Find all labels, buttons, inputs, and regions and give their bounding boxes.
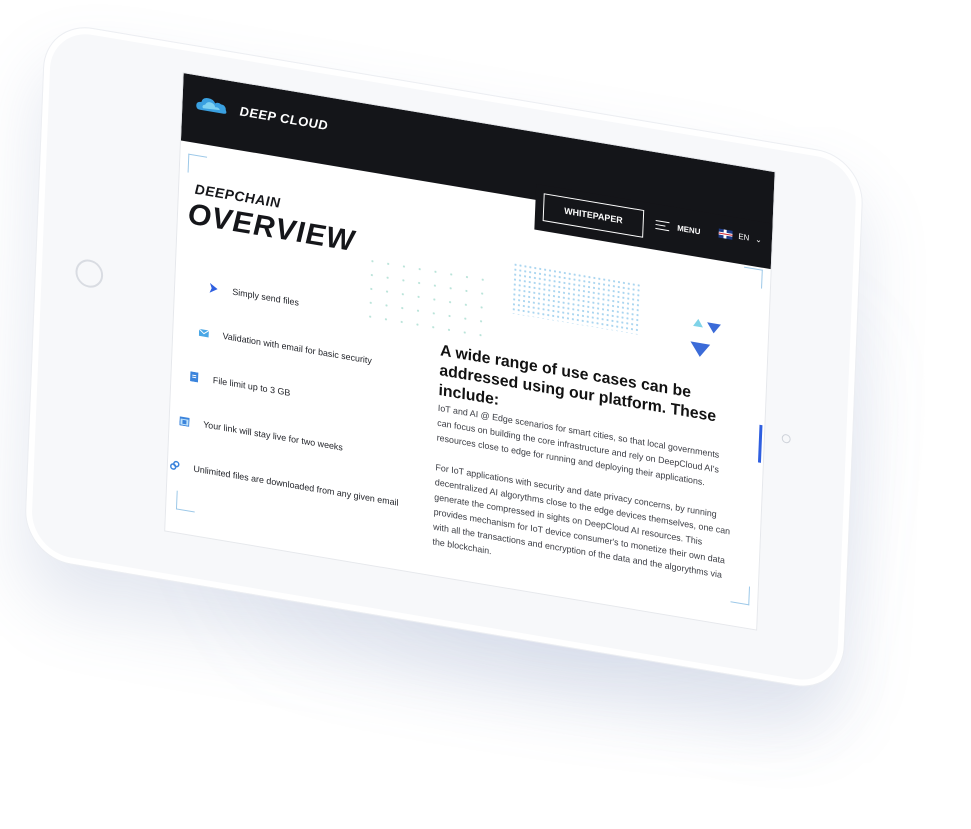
language-selector[interactable]: EN ⌄ <box>718 228 763 245</box>
send-arrow-icon <box>209 282 218 293</box>
brand-logo[interactable]: DEEP CLOUD <box>194 93 329 135</box>
frame-corner-bottom-right <box>730 583 750 606</box>
uk-flag-icon <box>718 228 733 240</box>
decorative-dot-grid <box>511 261 642 335</box>
hamburger-icon <box>655 217 670 234</box>
cloud-logo-icon <box>196 98 227 114</box>
frame-corner-top-left <box>187 153 208 176</box>
language-label: EN <box>738 231 750 243</box>
frame-corner-bottom-left <box>175 490 196 513</box>
feature-label: Validation with email for basic security <box>222 330 372 366</box>
brand-name: DEEP CLOUD <box>239 102 329 133</box>
scroll-indicator[interactable] <box>757 424 763 463</box>
link-icon <box>170 460 180 470</box>
chevron-down-icon: ⌄ <box>755 234 763 245</box>
calendar-icon <box>179 416 190 427</box>
website-screen: DEEP CLOUD WHITEPAPER MENU EN ⌄ DEEPCHAI… <box>164 71 776 631</box>
menu-button[interactable]: MENU <box>655 217 701 239</box>
shield-mail-icon <box>198 328 210 338</box>
camera-icon <box>781 433 791 444</box>
menu-label: MENU <box>677 223 701 237</box>
file-icon <box>190 371 199 383</box>
feature-label: File limit up to 3 GB <box>212 375 291 398</box>
feature-list: Simply send files Validation with email … <box>167 259 442 531</box>
feature-label: Simply send files <box>232 286 300 308</box>
feature-label: Your link will stay live for two weeks <box>203 419 344 453</box>
frame-corner-top-right <box>743 266 763 289</box>
whitepaper-button[interactable]: WHITEPAPER <box>542 193 645 238</box>
decorative-triangles <box>690 318 721 357</box>
home-button <box>74 257 104 290</box>
